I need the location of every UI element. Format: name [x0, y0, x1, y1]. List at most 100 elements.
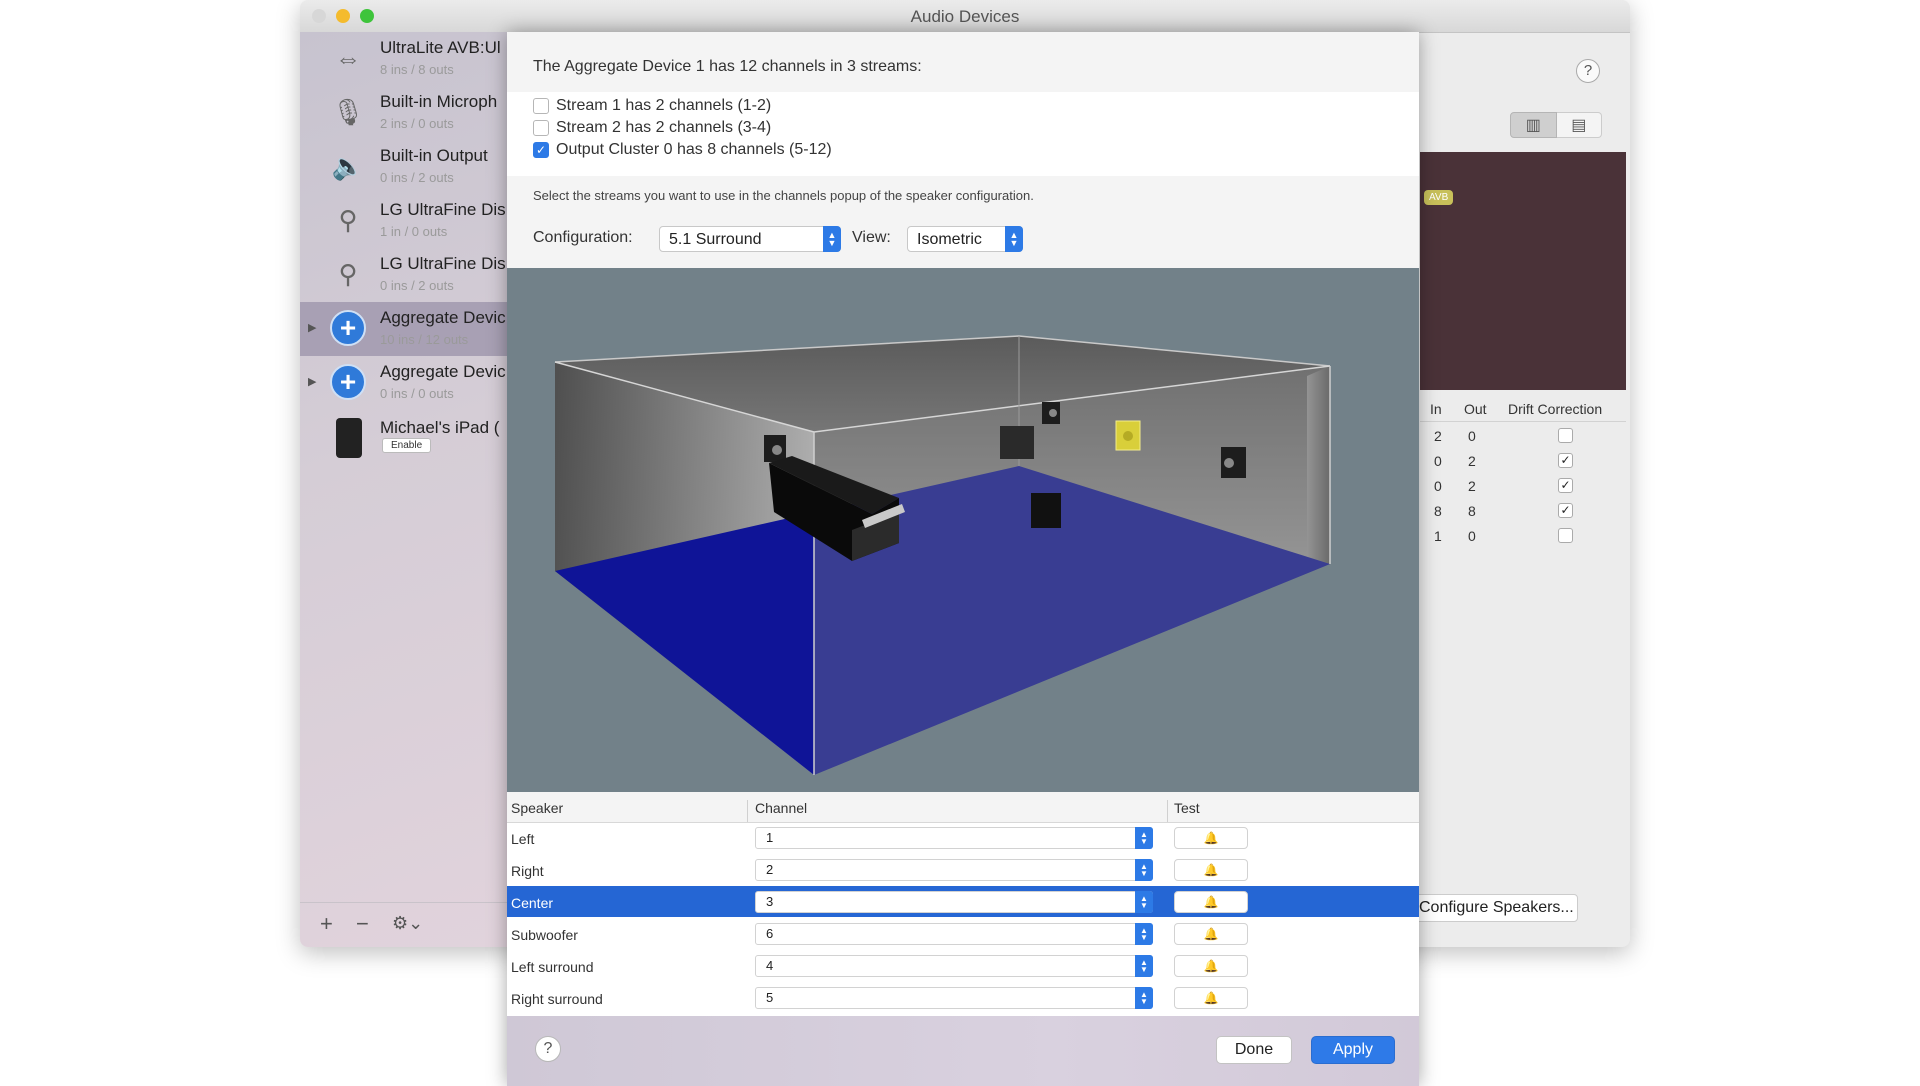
bell-icon: 🔔: [1203, 991, 1219, 1005]
io-table-row: 0 2 ✓: [1420, 447, 1626, 472]
drift-correction-checkbox[interactable]: ✓: [1558, 478, 1573, 493]
stream-option[interactable]: Stream 2 has 2 channels (3-4): [533, 117, 771, 139]
stream-label: Stream 1 has 2 channels (1-2): [556, 97, 772, 114]
help-button[interactable]: ?: [535, 1036, 561, 1062]
channel-column-header: Channel: [755, 800, 808, 816]
in-count: 1: [1434, 528, 1442, 544]
speaker-row[interactable]: Subwoofer 6 ▲ ▼ 🔔: [507, 918, 1419, 949]
test-speaker-button[interactable]: 🔔: [1174, 987, 1248, 1009]
device-graphic-panel: [1420, 152, 1626, 390]
view-popup[interactable]: Isometric ▲ ▼: [907, 226, 1023, 252]
left-speaker: [1042, 402, 1060, 424]
stream-label: Output Cluster 0 has 8 channels (5-12): [556, 141, 832, 158]
apply-button[interactable]: Apply: [1311, 1036, 1395, 1064]
speaker-row[interactable]: Center 3 ▲ ▼ 🔔: [507, 886, 1419, 917]
aggregate-plus-icon: +: [330, 310, 366, 346]
test-speaker-button[interactable]: 🔔: [1174, 859, 1248, 881]
device-io-summary: 8 ins / 8 outs: [380, 62, 454, 77]
bell-icon: 🔔: [1203, 895, 1219, 909]
test-speaker-button[interactable]: 🔔: [1174, 923, 1248, 945]
channel-popup[interactable]: 4 ▲ ▼: [755, 955, 1153, 977]
device-item[interactable]: ⚲ LG UltraFine Dis 1 in / 0 outs: [300, 194, 510, 248]
add-device-button[interactable]: +: [320, 911, 333, 937]
chevron-updown-icon: ▲ ▼: [823, 226, 841, 252]
drift-correction-checkbox[interactable]: ✓: [1558, 503, 1573, 518]
aggregate-plus-icon: +: [330, 364, 366, 400]
bell-icon: 🔔: [1203, 927, 1219, 941]
configuration-label: Configuration:: [533, 229, 633, 246]
device-item-ipad[interactable]: Michael's iPad ( Enable: [300, 412, 510, 466]
channel-value: 2: [766, 862, 774, 877]
bell-icon: 🔔: [1203, 863, 1219, 877]
speaker-row[interactable]: Right 2 ▲ ▼ 🔔: [507, 854, 1419, 885]
device-item[interactable]: 🎙 Built-in Microph 2 ins / 0 outs: [300, 86, 510, 140]
channel-popup[interactable]: 5 ▲ ▼: [755, 987, 1153, 1009]
test-speaker-button[interactable]: 🔔: [1174, 891, 1248, 913]
channel-popup[interactable]: 6 ▲ ▼: [755, 923, 1153, 945]
help-button[interactable]: ?: [1576, 59, 1600, 83]
channel-popup[interactable]: 1 ▲ ▼: [755, 827, 1153, 849]
speaker-3d-view[interactable]: [507, 268, 1419, 792]
stream-label: Stream 2 has 2 channels (3-4): [556, 119, 772, 136]
gear-icon[interactable]: ⚙⌄: [392, 913, 423, 934]
disclosure-triangle-icon[interactable]: ▶: [308, 375, 316, 388]
speaker-name: Right: [511, 863, 544, 879]
remove-device-button[interactable]: −: [356, 911, 369, 937]
drift-correction-checkbox[interactable]: [1558, 528, 1573, 543]
speaker-table-header: Speaker Channel Test: [507, 792, 1419, 823]
stream-list: Stream 1 has 2 channels (1-2) Stream 2 ha…: [507, 92, 1419, 176]
chevron-updown-icon: ▲ ▼: [1135, 891, 1153, 913]
drift-correction-checkbox[interactable]: [1558, 428, 1573, 443]
list-view-icon[interactable]: ▤: [1556, 112, 1602, 138]
view-label: View:: [852, 229, 891, 246]
bell-icon: 🔔: [1203, 959, 1219, 973]
avb-badge: AVB: [1424, 190, 1454, 205]
channel-popup[interactable]: 2 ▲ ▼: [755, 859, 1153, 881]
out-count: 0: [1468, 528, 1476, 544]
stream-checkbox[interactable]: ✓: [533, 142, 549, 158]
device-name: Built-in Output: [380, 146, 488, 165]
enable-button[interactable]: Enable: [382, 438, 432, 453]
device-io-summary: 1 in / 0 outs: [380, 224, 448, 239]
test-speaker-button[interactable]: 🔔: [1174, 955, 1248, 977]
channel-popup[interactable]: 3 ▲ ▼: [755, 891, 1153, 913]
out-count: 0: [1468, 428, 1476, 444]
speaker-name: Left: [511, 831, 535, 847]
configuration-popup[interactable]: 5.1 Surround ▲ ▼: [659, 226, 841, 252]
device-io-summary: 2 ins / 0 outs: [380, 116, 454, 131]
stream-option[interactable]: Stream 1 has 2 channels (1-2): [533, 95, 771, 117]
device-item[interactable]: ⇔ UltraLite AVB:Ul 8 ins / 8 outs: [300, 32, 510, 86]
device-io-summary: 0 ins / 2 outs: [380, 278, 454, 293]
stream-checkbox[interactable]: [533, 98, 549, 114]
speaker-row[interactable]: Right surround 5 ▲ ▼ 🔔: [507, 982, 1419, 1013]
configuration-value: 5.1 Surround: [669, 231, 762, 248]
device-name: LG UltraFine Dis: [380, 200, 506, 219]
device-item[interactable]: 🔈 Built-in Output 0 ins / 2 outs: [300, 140, 510, 194]
speaker-row[interactable]: Left surround 4 ▲ ▼ 🔔: [507, 950, 1419, 981]
configure-speakers-button[interactable]: Configure Speakers...: [1412, 894, 1578, 922]
speaker-name: Subwoofer: [511, 927, 578, 943]
device-name: UltraLite AVB:Ul: [380, 38, 501, 57]
disclosure-triangle-icon[interactable]: ▶: [308, 321, 316, 334]
sidebar-toolbar: + − ⚙⌄: [300, 902, 510, 947]
arrows-lr-icon: ⇔: [335, 42, 361, 73]
speaker-row[interactable]: Left 1 ▲ ▼ 🔔: [507, 822, 1419, 853]
speaker-icon: 🔈: [331, 150, 365, 181]
drift-correction-checkbox[interactable]: ✓: [1558, 453, 1573, 468]
stream-option[interactable]: ✓ Output Cluster 0 has 8 channels (5-12): [533, 139, 832, 161]
ipad-icon: [336, 418, 362, 458]
in-count: 0: [1434, 478, 1442, 494]
device-item[interactable]: ▶ + Aggregate Devic 0 ins / 0 outs: [300, 356, 510, 410]
test-speaker-button[interactable]: 🔔: [1174, 827, 1248, 849]
device-item[interactable]: ⚲ LG UltraFine Dis 0 ins / 2 outs: [300, 248, 510, 302]
done-button[interactable]: Done: [1216, 1036, 1292, 1064]
columns-view-icon[interactable]: ▥: [1510, 112, 1557, 138]
bell-icon: 🔔: [1203, 831, 1219, 845]
io-table-header: In Out Drift Correction: [1420, 397, 1626, 422]
room-3d-render: [554, 335, 1331, 775]
stream-checkbox[interactable]: [533, 120, 549, 136]
device-item[interactable]: ▶ + Aggregate Devic 10 ins / 12 outs: [300, 302, 510, 356]
usb-icon: ⚲: [338, 258, 358, 289]
io-table-row: 20: [1420, 422, 1626, 447]
instructions-text: Select the streams you want to use in th…: [533, 188, 1034, 203]
